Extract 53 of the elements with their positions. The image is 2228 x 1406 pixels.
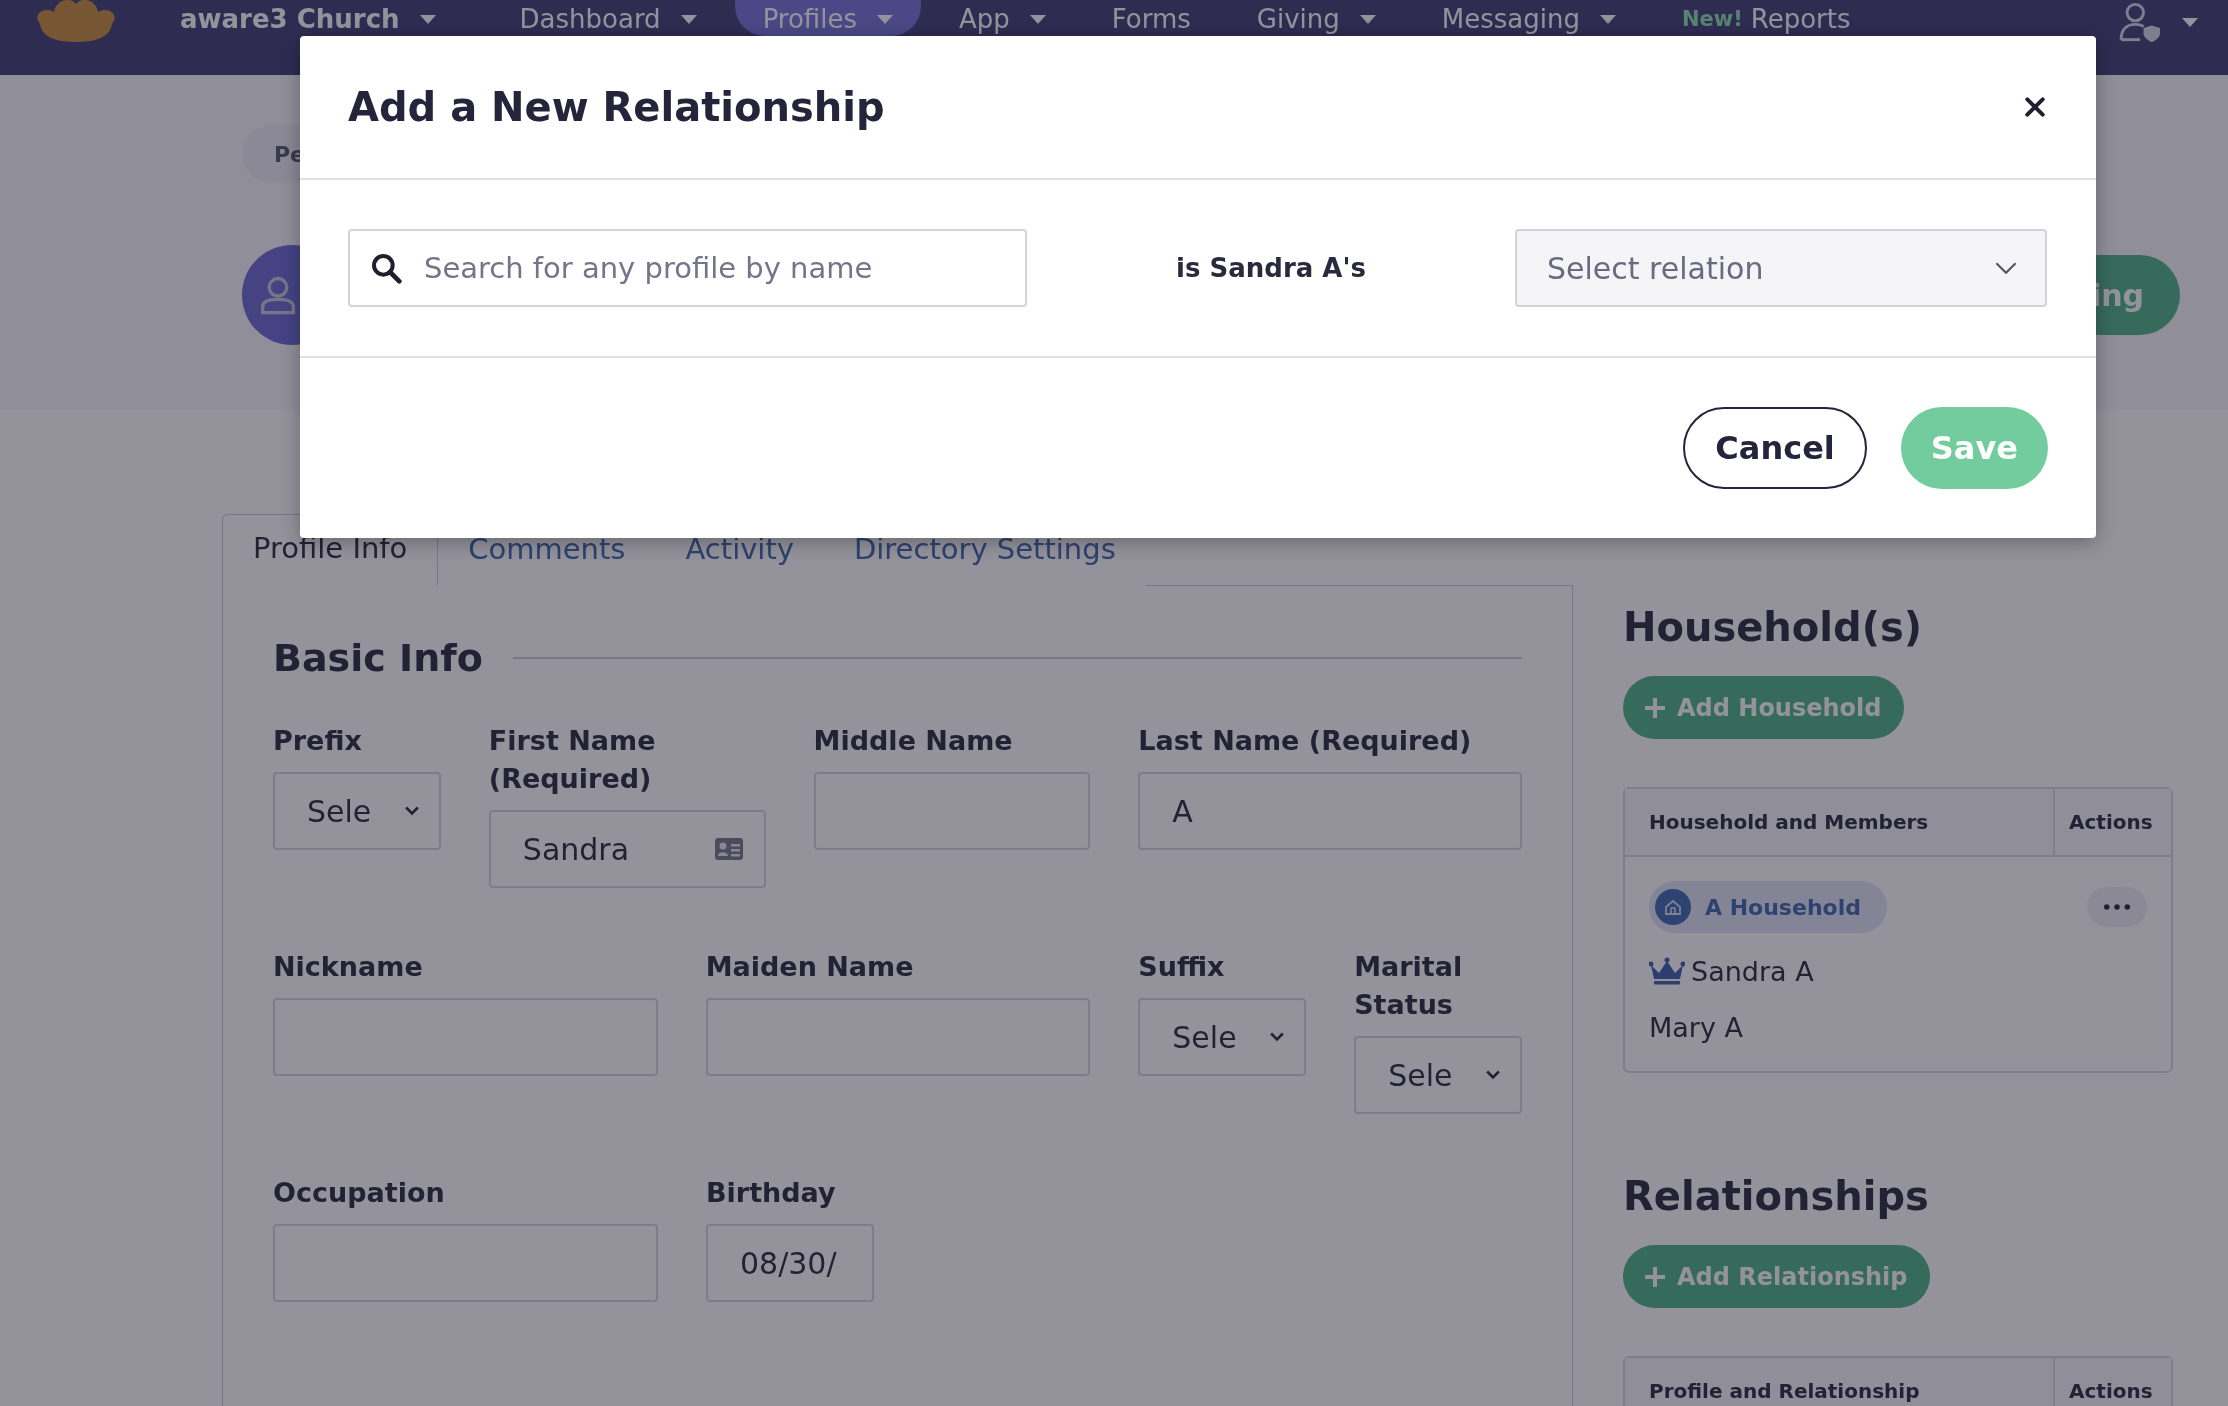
field-label: Marital Status (1354, 950, 1464, 1022)
chevron-down-icon (1270, 1032, 1285, 1042)
member-name: Sandra A (1691, 955, 1814, 987)
nav-menu-item[interactable]: App (931, 0, 1074, 36)
search-field[interactable]: Search for any profile by name (348, 229, 1027, 307)
contact-card-icon (713, 837, 744, 861)
field-label: Middle Name (813, 724, 1014, 758)
search-icon (370, 252, 402, 284)
field-label: First Name (Required) (488, 724, 657, 796)
select-field[interactable]: Sele (1138, 998, 1307, 1076)
section-title: Household(s) (1623, 604, 1923, 650)
relation-select[interactable]: Select relation (1515, 229, 2047, 307)
organization-menu[interactable]: aware3 Church (180, 4, 436, 34)
nav-menu-item[interactable]: Forms (1083, 0, 1219, 36)
field-label: Prefix (273, 724, 363, 758)
input-field[interactable]: Sandra (488, 810, 766, 888)
new-label: New! (1682, 6, 1743, 33)
more-options-button[interactable] (2087, 887, 2147, 927)
caret-icon (419, 14, 436, 24)
close-icon[interactable] (2024, 96, 2046, 118)
nav-menu-item[interactable]: Giving (1228, 0, 1404, 36)
column-header: Profile and Relationship (1625, 1358, 2055, 1406)
chevron-down-icon (1486, 1070, 1500, 1080)
user-shield-icon[interactable] (2118, 2, 2162, 42)
chevron-down-icon (1995, 262, 2017, 274)
nav-menu-item[interactable]: New! Reports (1654, 0, 1879, 36)
modal-title: Add a New Relationship (348, 84, 885, 130)
field-label: Maiden Name (705, 950, 915, 984)
relation-connector-text: is Sandra A's (1175, 253, 1367, 283)
chevron-down-icon (404, 806, 419, 816)
ellipsis-icon (2103, 903, 2131, 911)
field-label: Suffix (1138, 950, 1226, 984)
column-header: Actions (2068, 1378, 2154, 1405)
house-icon (1655, 889, 1691, 925)
caret-icon[interactable] (2182, 17, 2198, 27)
select-field[interactable]: Sele (273, 772, 441, 850)
input-field[interactable]: 08/30/ (706, 1224, 874, 1302)
household-link[interactable]: A Household (1649, 881, 1887, 933)
field-label: Birthday (706, 1176, 837, 1210)
nav-menu-item[interactable]: Dashboard (491, 0, 725, 36)
field-label: Nickname (273, 950, 424, 984)
member-name: Mary A (1649, 1011, 1743, 1043)
section-title: Relationships (1623, 1173, 1929, 1219)
input-field[interactable]: A (1138, 772, 1522, 850)
section-title: Basic Info (273, 636, 483, 680)
nav-menu-item[interactable]: Messaging (1413, 0, 1644, 36)
field-label: Last Name (Required) (1138, 724, 1473, 758)
nav-menu-item[interactable]: Profiles (734, 0, 921, 36)
column-header: Actions (2068, 809, 2154, 836)
cancel-button[interactable]: Cancel (1683, 407, 1867, 489)
column-header: Household and Members (1625, 789, 2055, 855)
field-label: Occupation (273, 1176, 446, 1210)
select-field[interactable]: Sele (1354, 1036, 1522, 1114)
